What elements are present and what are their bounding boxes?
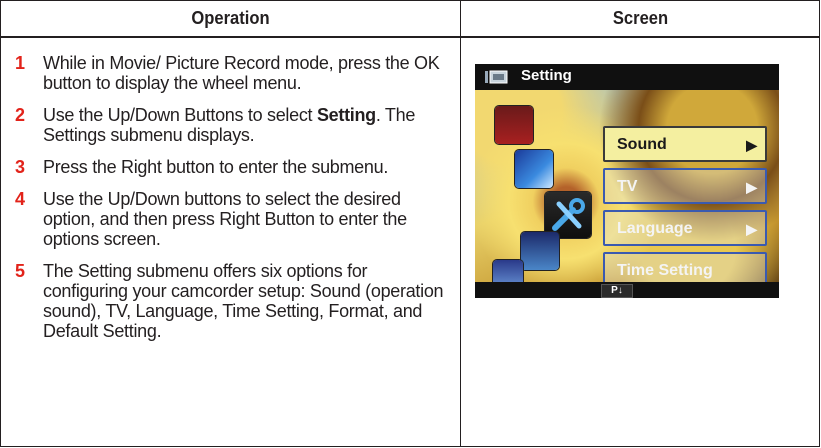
camera-screen-image: Setting Sound ▶ TV ▶ Language ▶ Time Set bbox=[475, 64, 779, 298]
menu-item-label: TV bbox=[617, 178, 638, 195]
movie-icon bbox=[521, 232, 559, 270]
menu-item-tv: TV ▶ bbox=[603, 168, 767, 204]
page-down-badge: P↓ bbox=[601, 284, 633, 298]
step-5: 5 The Setting submenu offers six options… bbox=[1, 261, 460, 341]
wb-icon bbox=[495, 106, 533, 144]
screen-title-bar: Setting bbox=[475, 64, 779, 90]
exposure-icon bbox=[515, 150, 553, 188]
step-text-bold: Setting bbox=[316, 105, 376, 125]
step-number: 1 bbox=[15, 53, 26, 73]
column-divider bbox=[460, 1, 461, 446]
arrow-right-icon: ▶ bbox=[746, 221, 757, 237]
arrow-right-icon: ▶ bbox=[746, 179, 757, 195]
step-4: 4 Use the Up/Down buttons to select the … bbox=[1, 189, 460, 249]
table-header: Operation Screen bbox=[1, 1, 819, 38]
screen-bottom-bar: P↓ bbox=[475, 282, 779, 298]
menu-item-label: Sound bbox=[617, 136, 667, 153]
menu-item-language: Language ▶ bbox=[603, 210, 767, 246]
menu-item-sound: Sound ▶ bbox=[603, 126, 767, 162]
step-text: Use the Up/Down Buttons to select Settin… bbox=[43, 105, 448, 145]
header-operation: Operation bbox=[191, 8, 270, 28]
step-number: 5 bbox=[15, 261, 26, 281]
arrow-right-icon: ▶ bbox=[746, 137, 757, 153]
operation-steps: 1 While in Movie/ Picture Record mode, p… bbox=[1, 53, 460, 353]
step-text: The Setting submenu offers six options f… bbox=[43, 261, 444, 341]
step-text: Use the Up/Down buttons to select the de… bbox=[43, 189, 407, 249]
step-text: Press the Right button to enter the subm… bbox=[43, 157, 389, 177]
step-text-pre: Use the Up/Down Buttons to select bbox=[43, 105, 317, 125]
step-3: 3 Press the Right button to enter the su… bbox=[1, 157, 460, 177]
instruction-table: Operation Screen 1 While in Movie/ Pictu… bbox=[0, 0, 820, 447]
step-number: 2 bbox=[15, 105, 26, 125]
step-number: 3 bbox=[15, 157, 26, 177]
step-text: While in Movie/ Picture Record mode, pre… bbox=[43, 53, 440, 93]
screen-title: Setting bbox=[521, 67, 572, 84]
menu-item-label: Language bbox=[617, 220, 693, 237]
setting-mode-icon bbox=[485, 70, 508, 84]
header-screen: Screen bbox=[612, 8, 669, 28]
step-1: 1 While in Movie/ Picture Record mode, p… bbox=[1, 53, 460, 93]
menu-item-label: Time Setting bbox=[617, 262, 713, 279]
step-2: 2 Use the Up/Down Buttons to select Sett… bbox=[1, 105, 460, 145]
step-number: 4 bbox=[15, 189, 26, 209]
